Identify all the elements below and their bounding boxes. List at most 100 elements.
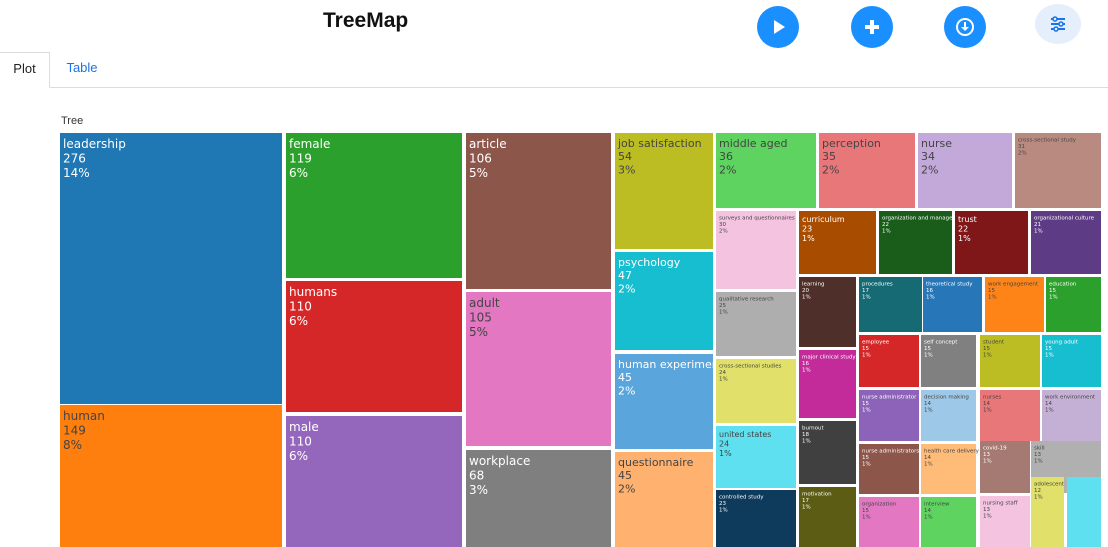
treemap-tile-percent: 1% (924, 462, 933, 468)
treemap-tile[interactable]: self concept151% (921, 335, 976, 387)
treemap-tile-label: questionnaire (618, 456, 694, 469)
treemap-tile-value: 15 (862, 346, 869, 352)
treemap-tile[interactable]: psychology472% (615, 252, 713, 350)
treemap-tile-value: 22 (958, 225, 968, 234)
treemap-tile[interactable]: education151% (1046, 277, 1101, 332)
treemap-tile[interactable]: nurse342% (918, 133, 1012, 208)
treemap-tile[interactable]: learning201% (799, 277, 856, 347)
treemap-tile-label: human (63, 409, 105, 423)
treemap-tile-label: qualitative research (719, 297, 774, 303)
treemap-tile[interactable]: procedures171% (859, 277, 922, 332)
treemap-tile[interactable]: job satisfaction543% (615, 133, 713, 249)
treemap-tile-rect (716, 211, 796, 289)
treemap-tile-percent: 2% (618, 482, 635, 495)
treemap-tile-value: 20 (802, 288, 809, 294)
treemap-tile[interactable]: burnout181% (799, 421, 856, 484)
treemap-tile[interactable]: workplace683% (466, 450, 611, 547)
treemap-tile[interactable]: nursing staff131% (980, 496, 1030, 547)
treemap-tile[interactable] (1067, 477, 1101, 547)
treemap-tile[interactable]: organizational culture211% (1031, 211, 1101, 274)
treemap-tile[interactable]: major clinical study161% (799, 350, 856, 418)
treemap-tile[interactable]: employee151% (859, 335, 919, 387)
treemap-tile[interactable]: questionnaire452% (615, 452, 713, 547)
treemap-tile[interactable]: cross-sectional study312% (1015, 133, 1101, 208)
treemap-tile[interactable]: female1196% (286, 133, 462, 278)
treemap-tile-percent: 6% (289, 166, 308, 180)
treemap-tile-percent: 1% (1049, 295, 1058, 301)
treemap-tile-percent: 1% (983, 514, 992, 520)
treemap-tile[interactable]: cross-sectional studies241% (716, 359, 796, 423)
treemap-tile-value: 22 (882, 222, 889, 228)
treemap-tile-label: leadership (63, 137, 126, 151)
treemap-tile[interactable]: curriculum231% (799, 211, 876, 274)
treemap-tile-value: 15 (862, 401, 869, 407)
treemap-tile-percent: 3% (469, 483, 488, 497)
treemap-tile-percent: 1% (983, 408, 992, 414)
treemap-tile-label: male (289, 420, 319, 434)
treemap-tile[interactable]: united states241% (716, 426, 796, 488)
treemap-tile[interactable]: young adult151% (1042, 335, 1101, 387)
treemap-tile-value: 15 (988, 288, 995, 294)
treemap-tile[interactable]: organization and management221% (879, 211, 968, 274)
treemap-tile[interactable]: surveys and questionnaires302% (716, 211, 796, 289)
treemap-tile-value: 31 (1018, 144, 1025, 150)
treemap-tile[interactable]: qualitative research251% (716, 292, 796, 356)
treemap-tile[interactable]: interview141% (921, 497, 976, 547)
treemap-tile-label: job satisfaction (617, 137, 702, 150)
treemap-tile-value: 14 (924, 455, 931, 461)
treemap-tile[interactable]: organization151% (859, 497, 919, 547)
treemap-tile-label: nurses (983, 395, 1001, 401)
treemap-tile-value: 21 (1034, 222, 1041, 228)
treemap-tile-label: nurse administrator (862, 395, 917, 401)
treemap-tile-value: 17 (802, 498, 809, 504)
treemap-tile-percent: 1% (1034, 495, 1043, 501)
treemap-tile-value: 36 (719, 150, 733, 163)
treemap-tile[interactable]: nurse administrators151% (859, 444, 919, 494)
treemap-tile[interactable]: motivation171% (799, 487, 856, 547)
treemap-tile-label: human experiment (618, 358, 724, 371)
treemap-tile-label: work engagement (988, 282, 1039, 288)
treemap-tile[interactable]: controlled study231% (716, 490, 796, 547)
treemap-tile[interactable]: theoretical study161% (923, 277, 982, 332)
treemap-tile-value: 14 (1045, 401, 1052, 407)
treemap-tile[interactable]: covid-19131% (980, 441, 1030, 493)
treemap-tile[interactable]: adolescent121% (1031, 477, 1065, 547)
treemap-tile-percent: 2% (618, 384, 635, 397)
treemap-tile-label: perception (822, 137, 881, 150)
treemap-tile-label: organization (862, 502, 897, 508)
treemap-tile-value: 12 (1034, 488, 1041, 494)
treemap-tile-value: 35 (822, 150, 836, 163)
treemap-tile[interactable]: leadership27614% (60, 133, 282, 404)
treemap-tile[interactable]: middle aged362% (716, 133, 816, 208)
treemap-tile[interactable]: male1106% (286, 416, 462, 547)
treemap-tile-value: 47 (618, 269, 632, 282)
treemap-tile[interactable]: nurse administrator151% (859, 390, 919, 441)
treemap-tile[interactable]: nurses141% (980, 390, 1040, 441)
treemap-tile-label: covid-19 (983, 446, 1007, 452)
treemap-tile-percent: 1% (983, 459, 992, 465)
treemap-tile[interactable]: perception352% (819, 133, 915, 208)
treemap-tile[interactable]: adult1055% (466, 292, 611, 446)
treemap-tile-percent: 1% (924, 353, 933, 359)
treemap-tile-label: organization and management (882, 216, 968, 222)
treemap-tile-percent: 1% (862, 408, 871, 414)
treemap-tile[interactable]: trust221% (955, 211, 1028, 274)
treemap-tile-value: 18 (802, 432, 809, 438)
treemap-tile-percent: 6% (289, 314, 308, 328)
treemap-tile-value: 13 (983, 507, 990, 513)
treemap-tile[interactable]: human experiment452% (615, 354, 724, 449)
treemap-tile[interactable]: humans1106% (286, 281, 462, 412)
treemap-tile[interactable]: work engagement151% (985, 277, 1044, 332)
treemap-tile-percent: 2% (921, 163, 938, 176)
treemap-tile[interactable]: human1498% (60, 405, 282, 547)
treemap-tile[interactable]: decision making141% (921, 390, 976, 441)
treemap-tile-label: psychology (618, 256, 681, 269)
treemap-tile-percent: 5% (469, 325, 488, 339)
treemap-tile[interactable]: student151% (980, 335, 1040, 387)
treemap-tile-label: employee (862, 340, 890, 346)
treemap-tile[interactable]: article1065% (466, 133, 611, 289)
treemap-tile[interactable]: health care delivery141% (921, 444, 980, 494)
treemap-tile[interactable]: work environment141% (1042, 390, 1101, 441)
treemap-tile-percent: 1% (802, 439, 811, 445)
treemap-tile-percent: 14% (63, 166, 90, 180)
